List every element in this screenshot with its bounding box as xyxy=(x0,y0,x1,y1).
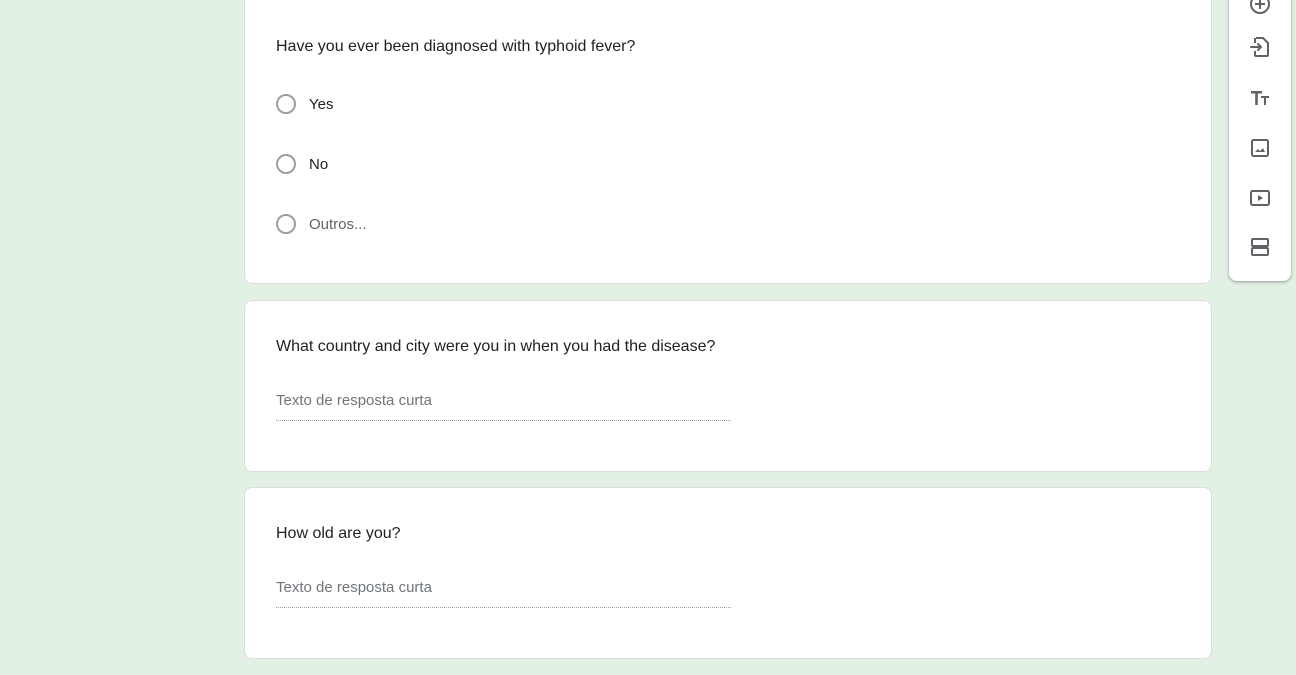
short-answer-field: Texto de resposta curta xyxy=(276,578,731,608)
option-label: Yes xyxy=(309,95,334,113)
option-label: Outros... xyxy=(309,215,367,233)
add-image-icon xyxy=(1251,139,1269,157)
add-video-button[interactable] xyxy=(1244,182,1276,214)
short-answer-placeholder: Texto de resposta curta xyxy=(276,579,432,596)
radio-option-yes[interactable]: Yes xyxy=(276,92,333,116)
radio-option-no[interactable]: No xyxy=(276,152,328,176)
add-question-icon xyxy=(1250,0,1270,14)
add-title-icon xyxy=(1251,91,1269,105)
short-answer-field: Texto de resposta curta xyxy=(276,391,731,421)
question-title[interactable]: Have you ever been diagnosed with typhoi… xyxy=(276,38,635,56)
radio-option-other[interactable]: Outros... xyxy=(276,212,367,236)
import-questions-button[interactable] xyxy=(1244,31,1276,63)
question-title[interactable]: How old are you? xyxy=(276,525,401,543)
add-image-button[interactable] xyxy=(1244,132,1276,164)
add-question-button[interactable] xyxy=(1244,0,1276,20)
option-label: No xyxy=(309,155,329,173)
short-answer-placeholder: Texto de resposta curta xyxy=(276,392,432,409)
radio-button-icon[interactable] xyxy=(276,214,296,234)
radio-button-icon[interactable] xyxy=(276,94,296,114)
radio-button-icon[interactable] xyxy=(276,154,296,174)
add-title-button[interactable] xyxy=(1244,82,1276,114)
question-card-country-city[interactable]: What country and city were you in when y… xyxy=(244,300,1212,472)
question-card-typhoid[interactable]: Have you ever been diagnosed with typhoi… xyxy=(244,0,1212,284)
question-card-age[interactable]: How old are you? Texto de resposta curta xyxy=(244,487,1212,659)
question-title[interactable]: What country and city were you in when y… xyxy=(276,338,715,356)
add-section-button[interactable] xyxy=(1244,231,1276,263)
import-questions-icon xyxy=(1250,37,1269,57)
add-video-icon xyxy=(1250,190,1270,206)
side-toolbar xyxy=(1229,0,1291,281)
add-section-icon xyxy=(1251,238,1269,256)
form-editor-page: Have you ever been diagnosed with typhoi… xyxy=(0,0,1296,675)
